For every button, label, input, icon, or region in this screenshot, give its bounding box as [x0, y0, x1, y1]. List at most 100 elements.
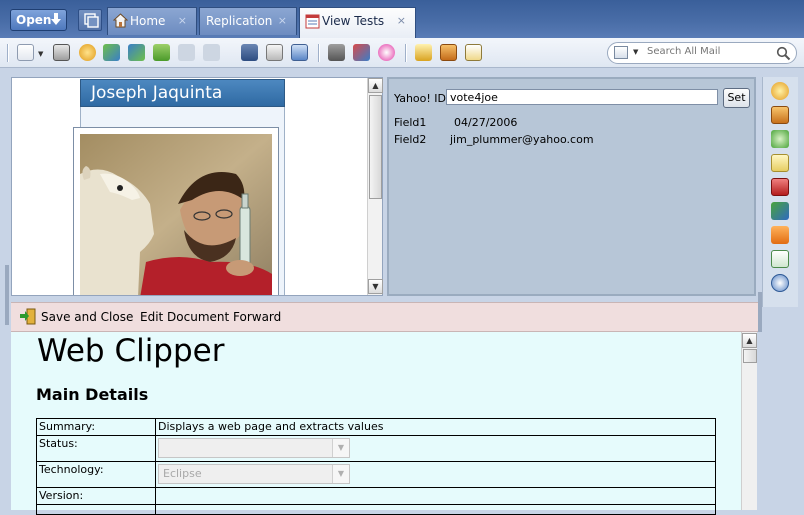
photo-frame [73, 127, 279, 295]
set-button[interactable]: Set [723, 88, 750, 108]
promote-icon[interactable] [153, 44, 170, 61]
sametime-icon[interactable] [378, 44, 395, 61]
tag-icon[interactable] [415, 44, 432, 61]
new-dropdown-icon[interactable]: ▼ [38, 50, 43, 58]
move-down-icon[interactable] [128, 44, 145, 61]
tab-home-close-icon[interactable]: × [178, 8, 187, 34]
edit-icon[interactable] [266, 44, 283, 61]
status-select[interactable]: ▼ [158, 438, 350, 458]
document-title: Web Clipper [37, 333, 225, 369]
details-table: Summary: Displays a web page and extract… [36, 418, 716, 515]
search-box[interactable]: ▼ [607, 42, 797, 64]
contact-pane: Joseph Jaquinta [11, 77, 383, 296]
status-label: Status: [36, 435, 156, 462]
table-row: Status: ▼ [36, 435, 716, 462]
tab-home[interactable]: Home × [107, 7, 197, 35]
tab-home-label: Home [130, 14, 166, 28]
status-dropdown-icon[interactable]: ▼ [332, 439, 349, 457]
find-icon[interactable] [241, 44, 258, 61]
doc-scroll-up-icon[interactable]: ▲ [742, 333, 757, 348]
right-splitter[interactable] [758, 292, 762, 332]
technology-dropdown-icon[interactable]: ▼ [332, 465, 349, 483]
tab-replication-label: Replication [206, 14, 273, 28]
workspace-button[interactable] [78, 9, 102, 31]
doc-scroll-thumb[interactable] [743, 349, 757, 363]
edit-document-button[interactable]: Edit Document [140, 310, 229, 324]
sidebar-activities-icon[interactable] [771, 106, 789, 124]
tab-replication-close-icon[interactable]: × [278, 8, 287, 34]
tab-view-tests[interactable]: View Tests × [299, 7, 416, 38]
windows-icon [84, 13, 99, 28]
save-and-close-button[interactable]: Save and Close [41, 310, 133, 324]
field1-value: 04/27/2006 [454, 116, 518, 129]
table-row: Summary: Displays a web page and extract… [36, 418, 716, 436]
contact-name: Joseph Jaquinta [91, 83, 223, 103]
search-scope-dropdown-icon[interactable]: ▼ [633, 48, 638, 56]
field1-label: Field1 [394, 116, 427, 129]
home-icon [113, 13, 128, 28]
section-heading: Main Details [36, 385, 149, 404]
delete-icon[interactable] [79, 44, 96, 61]
contact-scrollbar[interactable]: ▲ ▼ [367, 78, 383, 295]
open-arrow-icon [51, 13, 61, 25]
toolbar-separator [318, 44, 320, 62]
refresh-icon[interactable] [291, 44, 308, 61]
status-cell: ▼ [155, 435, 716, 462]
toolbar-separator [405, 44, 407, 62]
scroll-down-icon[interactable]: ▼ [368, 279, 383, 294]
fields-pane: Yahoo! ID Set Field1 04/27/2006 Field2 j… [387, 77, 756, 296]
tab-view-tests-label: View Tests [322, 14, 385, 28]
contact-name-header: Joseph Jaquinta [80, 79, 285, 107]
tab-replication[interactable]: Replication × [199, 7, 297, 35]
left-splitter[interactable] [5, 265, 9, 325]
version-label: Version: [36, 487, 156, 505]
sidebar-contacts-icon[interactable] [771, 130, 789, 148]
collapse-icon[interactable] [203, 44, 220, 61]
search-icon[interactable] [776, 46, 791, 61]
scroll-up-icon[interactable]: ▲ [368, 78, 383, 93]
document-body: Web Clipper Main Details Summary: Displa… [11, 332, 741, 515]
toolbar: ▼ ▼ [0, 38, 804, 68]
yahoo-id-label: Yahoo! ID [394, 92, 446, 105]
forward-button[interactable]: Forward [233, 310, 281, 324]
technology-select[interactable]: Eclipse ▼ [158, 464, 350, 484]
sidebar-sametime-icon[interactable] [771, 82, 789, 100]
sidebar-gadgets-icon[interactable] [771, 274, 789, 292]
technology-label: Technology: [36, 461, 156, 488]
tab-bar: Open Home × Replication × View Tests × [0, 0, 804, 38]
table-row: Technology: Eclipse ▼ [36, 461, 716, 488]
field2-label: Field2 [394, 133, 427, 146]
tab-view-tests-close-icon[interactable]: × [397, 8, 406, 34]
yahoo-id-input[interactable] [446, 89, 718, 105]
move-up-icon[interactable] [103, 44, 120, 61]
technology-cell: Eclipse ▼ [155, 461, 716, 488]
new-document-icon[interactable] [17, 44, 34, 61]
view-icon [305, 14, 320, 29]
save-close-icon [20, 308, 36, 325]
sidebar-widgets-icon[interactable] [771, 202, 789, 220]
sidebar-apps [762, 77, 798, 307]
tools-icon[interactable] [353, 44, 370, 61]
open-button-label: Open [16, 13, 52, 27]
summary-value: Displays a web page and extracts values [155, 418, 716, 436]
document-scrollbar[interactable]: ▲ [741, 332, 757, 510]
sidebar-notes-icon[interactable] [771, 154, 789, 172]
open-button[interactable]: Open [10, 9, 67, 31]
sidebar-toolbox-icon[interactable] [771, 178, 789, 196]
search-input[interactable] [647, 46, 767, 57]
field2-value: jim_plummer@yahoo.com [450, 133, 594, 146]
document-action-bar: Save and Close Edit Document Forward [11, 302, 761, 332]
archive-icon[interactable] [328, 44, 345, 61]
sidebar-feeds-icon[interactable] [771, 226, 789, 244]
briefcase-icon[interactable] [440, 44, 457, 61]
toolbar-separator [7, 44, 9, 62]
technology-value: Eclipse [163, 467, 202, 480]
version-value [155, 487, 716, 505]
expand-icon[interactable] [178, 44, 195, 61]
search-scope-icon[interactable] [614, 46, 628, 59]
scroll-thumb[interactable] [369, 95, 382, 199]
contact-photo [80, 134, 272, 295]
sidebar-calendar-icon[interactable] [771, 250, 789, 268]
print-icon[interactable] [53, 44, 70, 61]
layout-icon[interactable] [465, 44, 482, 61]
